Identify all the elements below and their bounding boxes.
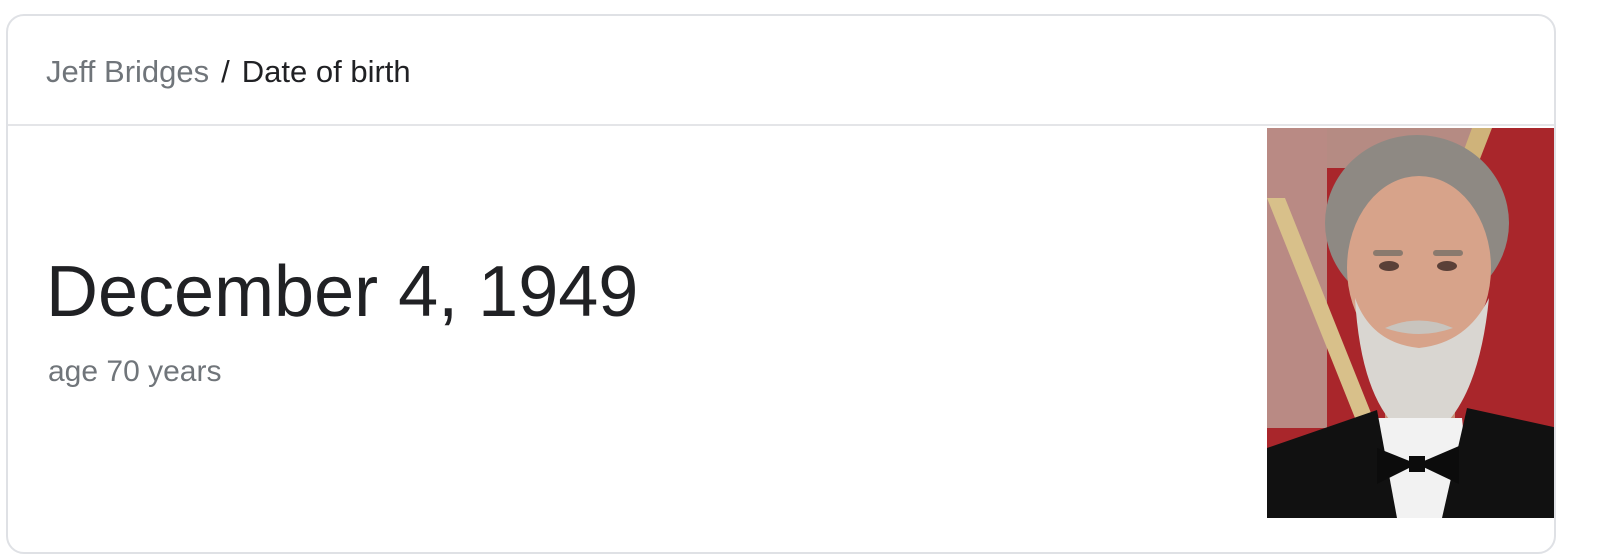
person-photo[interactable] <box>1267 128 1554 518</box>
breadcrumb-entity-link[interactable]: Jeff Bridges <box>46 54 209 89</box>
birth-date-answer: December 4, 1949 <box>46 252 639 332</box>
card-header: Jeff Bridges / Date of birth <box>8 16 1554 126</box>
breadcrumb-separator: / <box>221 54 230 89</box>
breadcrumb: Jeff Bridges / Date of birth <box>46 54 411 90</box>
person-portrait-image <box>1267 128 1554 518</box>
breadcrumb-attribute: Date of birth <box>241 54 411 89</box>
knowledge-card: Jeff Bridges / Date of birth December 4, 1… <box>6 14 1556 554</box>
age-text: age 70 years <box>48 355 222 388</box>
